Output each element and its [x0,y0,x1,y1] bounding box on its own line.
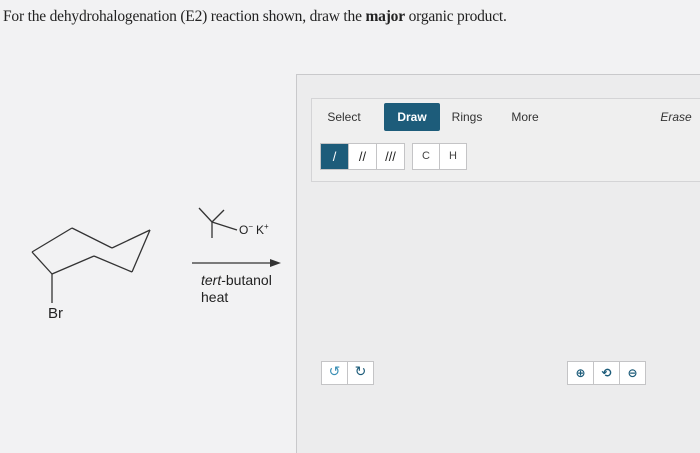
tab-more[interactable]: More [500,103,550,131]
zoom-in-icon[interactable]: ⊕ [568,362,594,384]
reaction-conditions: tert-butanol heat [201,272,272,306]
history-group: ↺ ↻ [321,361,374,385]
cyclohexane-chair [31,227,151,303]
atom-tool-group: C H [412,143,467,170]
tab-draw[interactable]: Draw [384,103,440,131]
bromine-label: Br [48,305,63,322]
reaction-scheme [31,207,281,303]
double-bond-button[interactable]: // [349,144,377,169]
redo-icon[interactable]: ↻ [348,362,373,384]
potassium-symbol: K [256,223,265,237]
triple-bond-button[interactable]: /// [377,144,404,169]
tert-butoxide-skeleton [198,207,238,238]
question-suffix: organic product. [404,8,507,25]
carbon-atom-button[interactable]: C [413,144,440,169]
potassium-charge: + [264,222,269,231]
solvent-label: tert-butanol [201,272,272,289]
zoom-group: ⊕ ⟲ ⊖ [567,361,646,385]
question-emphasis: major [365,8,405,25]
zoom-out-icon[interactable]: ⊖ [620,362,645,384]
oxide-label: O− [239,222,253,237]
tab-erase[interactable]: Erase [652,103,700,131]
tab-select[interactable]: Select [322,103,366,131]
drawing-canvas[interactable]: Select Draw Rings More Erase / // /// C … [296,74,700,453]
question-prefix: For the dehydrohalogenation (E2) reactio… [3,8,366,25]
solvent-rest: -butanol [221,272,272,288]
zoom-reset-icon[interactable]: ⟲ [594,362,620,384]
reaction-arrow [192,259,281,267]
hydrogen-atom-button[interactable]: H [440,144,466,169]
undo-icon[interactable]: ↺ [322,362,348,384]
potassium-label: K+ [256,222,269,237]
question-text: For the dehydrohalogenation (E2) reactio… [3,8,507,26]
oxygen-charge: − [248,222,254,231]
solvent-italic: tert [201,272,222,288]
oxygen-symbol: O [239,223,249,237]
single-bond-button[interactable]: / [321,144,349,169]
bond-tool-group: / // /// [320,143,405,170]
tab-rings[interactable]: Rings [442,103,492,131]
editor-toolbar: Select Draw Rings More Erase / // /// C … [311,98,700,182]
heat-label: heat [201,289,229,305]
